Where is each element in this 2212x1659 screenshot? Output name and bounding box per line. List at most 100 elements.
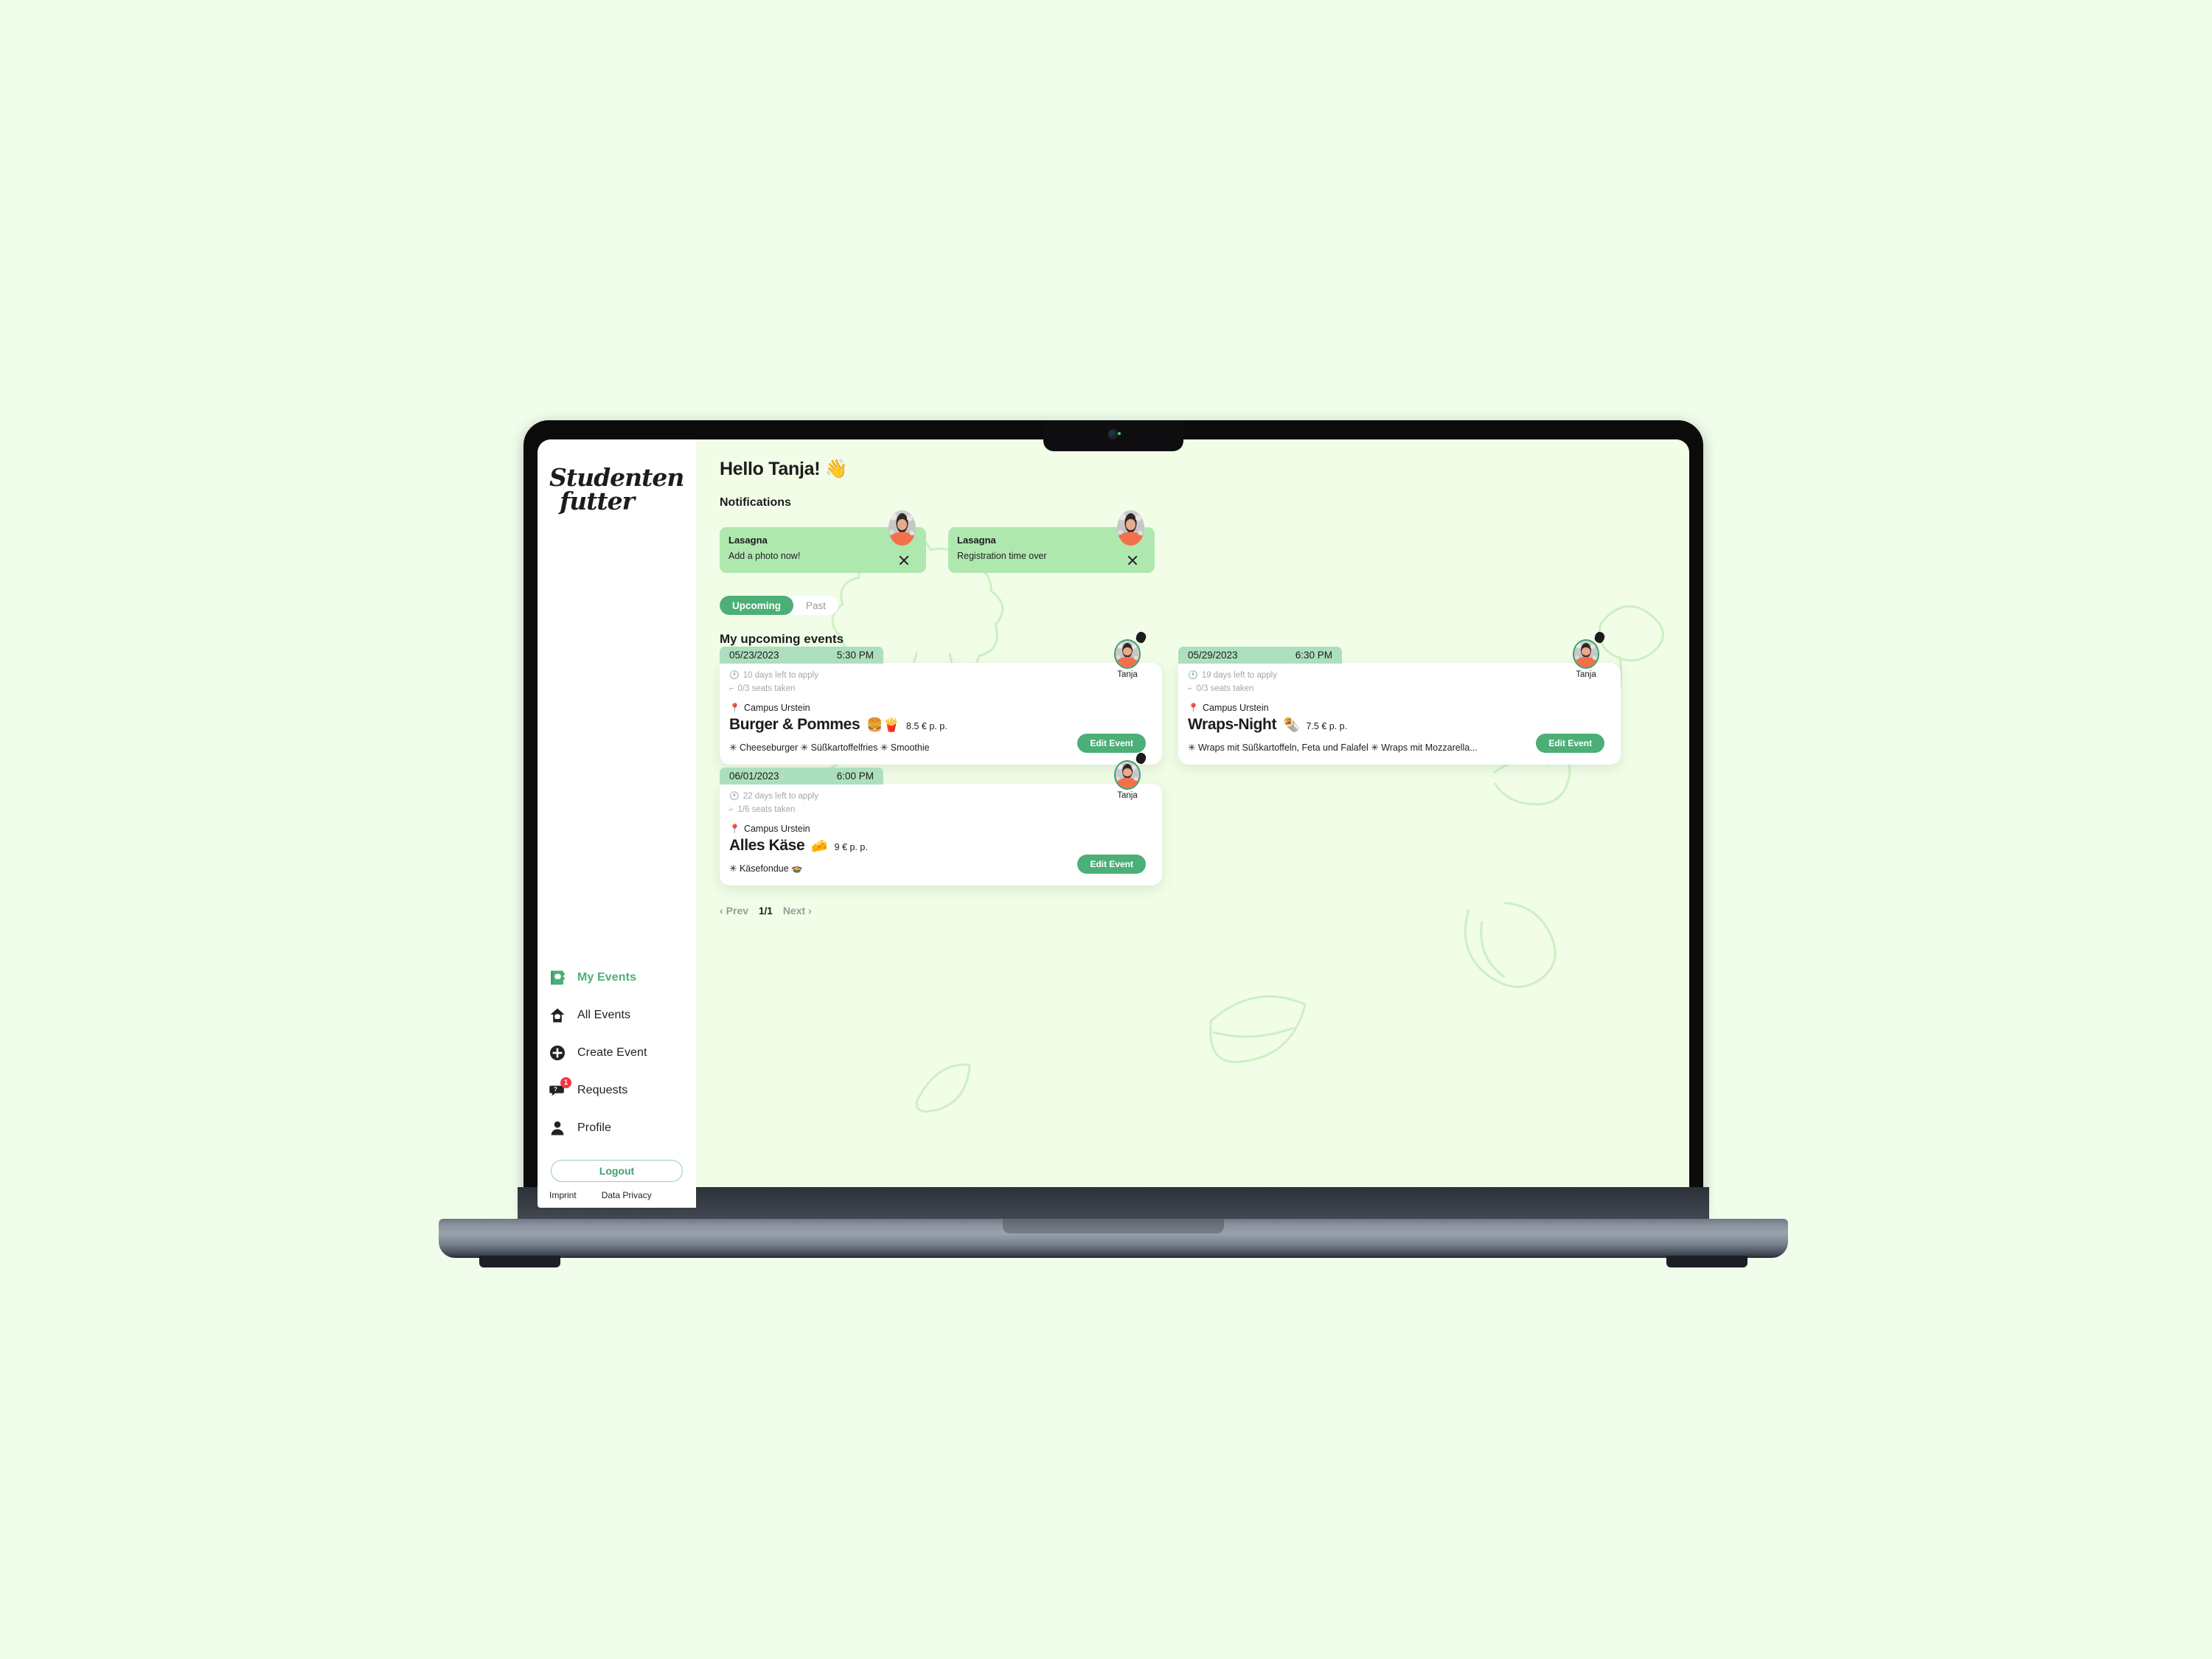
event-seats: ⌐ 0/3 seats taken: [729, 683, 1162, 696]
webcam-icon: [1107, 429, 1119, 440]
clock-icon: 🕐: [729, 792, 740, 801]
brand-logo-line-2: futter: [560, 486, 635, 515]
sidebar-item-requests[interactable]: ? 1 Requests: [548, 1071, 696, 1109]
prev-page-label: Prev: [726, 905, 749, 917]
laptop-hinge: [518, 1187, 1709, 1221]
event-menu: ✳ Cheeseburger ✳ Süßkartoffelfries ✳ Smo…: [729, 742, 930, 753]
sidebar-footer: Imprint Data Privacy: [538, 1182, 696, 1200]
event-card[interactable]: 06/01/2023 6:00 PM Tanja 🕐 22 days left …: [720, 751, 1162, 886]
sidebar-item-label: Create Event: [577, 1046, 647, 1059]
event-location: 📍 Campus Urstein: [729, 824, 1162, 834]
events-list: 05/23/2023 5:30 PM Tanja 🕐 10 days left …: [720, 630, 1627, 886]
event-time: 6:00 PM: [836, 771, 874, 782]
edit-event-button[interactable]: Edit Event: [1077, 734, 1146, 753]
event-filter-tabs: Upcoming Past: [720, 596, 839, 615]
tab-past[interactable]: Past: [793, 596, 838, 615]
event-location-text: Campus Urstein: [743, 823, 810, 834]
event-deadline-text: 10 days left to apply: [742, 671, 818, 680]
event-price: 9 € p. p.: [834, 841, 868, 852]
event-date: 05/23/2023: [729, 650, 779, 661]
pagination: ‹ Prev 1/1 Next ›: [720, 905, 1689, 917]
imprint-link[interactable]: Imprint: [549, 1190, 577, 1200]
laptop-notch: [1043, 420, 1183, 451]
next-page-button[interactable]: Next ›: [783, 905, 812, 917]
event-title-row: Wraps-Night 🌯 7.5 € p. p.: [1188, 716, 1621, 734]
edit-event-button[interactable]: Edit Event: [1077, 855, 1146, 874]
event-location: 📍 Campus Urstein: [729, 703, 1162, 713]
event-emoji-icon: 🍔🍟: [866, 717, 900, 732]
event-emoji-icon: 🧀: [811, 838, 828, 853]
event-price: 7.5 € p. p.: [1306, 720, 1348, 731]
event-time: 5:30 PM: [836, 650, 874, 661]
event-title-row: Alles Käse 🧀 9 € p. p.: [729, 837, 1162, 855]
sidebar: Studenten futter My Events All Events Cr…: [538, 439, 696, 1208]
sidebar-item-create-event[interactable]: Create Event: [548, 1034, 696, 1071]
event-name: Burger & Pommes: [729, 715, 860, 733]
event-emoji-icon: 🌯: [1283, 717, 1300, 732]
close-icon[interactable]: [898, 554, 910, 566]
event-location: 📍 Campus Urstein: [1188, 703, 1621, 713]
webcam-led-icon: [1117, 432, 1121, 435]
sidebar-item-my-events[interactable]: My Events: [548, 959, 696, 996]
requests-badge: 1: [560, 1077, 571, 1088]
event-menu: ✳ Wraps mit Süßkartoffeln, Feta und Fala…: [1188, 742, 1478, 753]
notification-card[interactable]: Lasagna Registration time over: [948, 510, 1155, 573]
laptop-foot-left: [479, 1256, 560, 1267]
notification-message: Add a photo now!: [728, 551, 801, 561]
map-pin-icon: 📍: [729, 823, 740, 834]
notification-card[interactable]: Lasagna Add a photo now!: [720, 510, 926, 573]
svg-text:?: ?: [554, 1086, 557, 1093]
plus-circle-icon: [548, 1043, 567, 1062]
prev-page-button[interactable]: ‹ Prev: [720, 905, 748, 917]
event-title-row: Burger & Pommes 🍔🍟 8.5 € p. p.: [729, 716, 1162, 734]
cookbook-icon: [548, 968, 567, 987]
event-name: Wraps-Night: [1188, 715, 1277, 733]
avatar: [1114, 760, 1141, 790]
event-location-text: Campus Urstein: [1202, 702, 1269, 713]
map-pin-icon: 📍: [1188, 702, 1199, 713]
tab-upcoming[interactable]: Upcoming: [720, 596, 793, 615]
notifications-heading: Notifications: [720, 496, 791, 509]
event-date: 06/01/2023: [729, 771, 779, 782]
host-name: Tanja: [1117, 670, 1138, 679]
notification-message: Registration time over: [957, 551, 1047, 561]
avatar: [1114, 639, 1141, 669]
map-pin-icon: 📍: [729, 702, 740, 713]
avatar: [888, 510, 916, 546]
sidebar-item-label: Requests: [577, 1083, 628, 1096]
brand-logo: Studenten futter: [538, 456, 696, 512]
seat-icon: ⌐: [1188, 684, 1193, 694]
event-deadline-text: 22 days left to apply: [742, 792, 818, 801]
event-card[interactable]: 05/23/2023 5:30 PM Tanja 🕐 10 days left …: [720, 630, 1162, 765]
avatar: [1573, 639, 1599, 669]
laptop-screen-bezel: Studenten futter My Events All Events Cr…: [524, 420, 1703, 1220]
sidebar-item-label: Profile: [577, 1121, 612, 1134]
event-seats-text: 0/3 seats taken: [1196, 684, 1254, 693]
chevron-right-icon: ›: [808, 905, 812, 917]
host-name: Tanja: [1117, 791, 1138, 800]
data-privacy-link[interactable]: Data Privacy: [602, 1190, 652, 1200]
logout-button[interactable]: Logout: [551, 1160, 683, 1182]
next-page-label: Next: [782, 905, 806, 917]
event-datebar: 05/29/2023 6:30 PM: [1178, 647, 1342, 664]
edit-event-button[interactable]: Edit Event: [1536, 734, 1604, 753]
event-host: Tanja: [1569, 630, 1606, 679]
event-card[interactable]: 05/29/2023 6:30 PM Tanja 🕐 19 days left …: [1178, 630, 1621, 765]
event-seats-text: 0/3 seats taken: [737, 684, 796, 693]
events-heading: My upcoming events: [720, 632, 844, 646]
clock-icon: 🕐: [729, 671, 740, 681]
main-inner: Hello Tanja! 👋 Notifications Lasagna Add…: [720, 459, 1689, 917]
event-host: Tanja: [1110, 630, 1147, 679]
event-seats: ⌐ 0/3 seats taken: [1188, 683, 1621, 696]
house-chef-icon: [548, 1006, 567, 1025]
event-deadline: 🕐 22 days left to apply: [729, 790, 1162, 804]
sidebar-item-all-events[interactable]: All Events: [548, 996, 696, 1034]
event-name: Alles Käse: [729, 836, 805, 854]
sidebar-item-profile[interactable]: Profile: [548, 1109, 696, 1147]
close-icon[interactable]: [1127, 554, 1138, 566]
person-icon: [548, 1119, 567, 1138]
event-deadline: 🕐 10 days left to apply: [729, 669, 1162, 683]
event-deadline-text: 19 days left to apply: [1201, 671, 1277, 680]
event-menu: ✳ Käsefondue 🍲: [729, 863, 803, 874]
notifications-list: Lasagna Add a photo now! Lasagna Registr…: [720, 510, 1689, 573]
